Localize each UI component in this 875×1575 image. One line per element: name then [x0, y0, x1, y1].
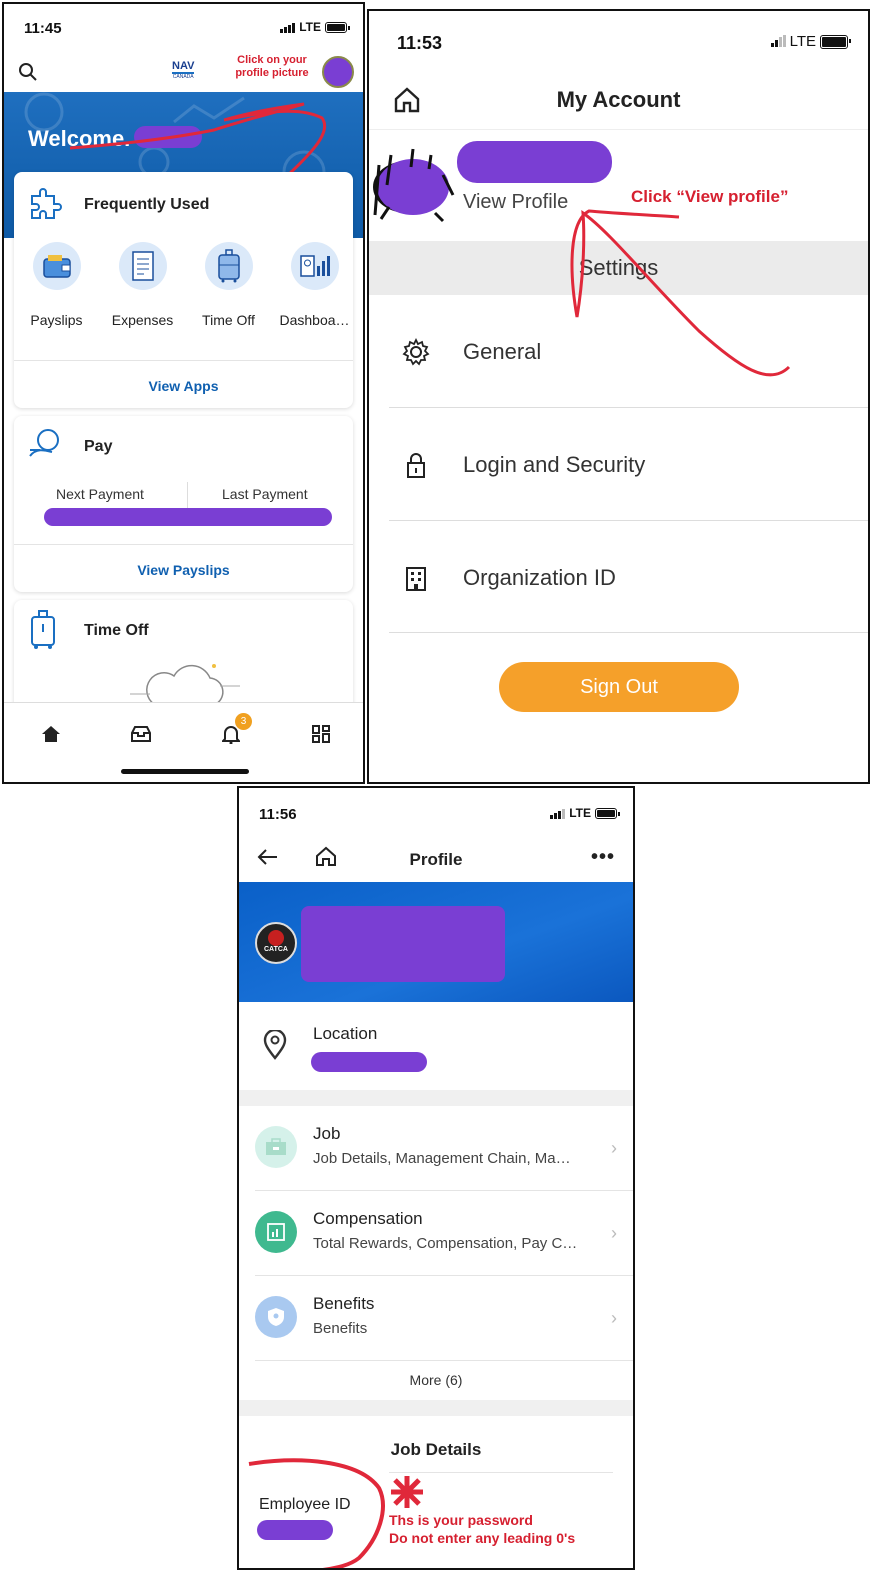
network-label: LTE	[569, 806, 591, 820]
receipt-icon	[118, 242, 167, 290]
shield-icon	[255, 1296, 297, 1338]
profile-screen: 11:56 LTE Profile ••• CATCA Location Job…	[237, 786, 635, 1570]
app-payslips[interactable]: Payslips	[14, 242, 99, 328]
coin-hand-icon	[29, 429, 59, 457]
cloud-illustration	[130, 664, 240, 705]
section-title: Compensation	[313, 1209, 423, 1228]
redacted-name	[457, 141, 612, 183]
battery-icon	[325, 21, 350, 33]
section-title: Benefits	[313, 1294, 375, 1313]
more-sections-link[interactable]: More (6)	[239, 1372, 633, 1388]
home-screen: 11:45 LTE NAV CANADA Click on your profi…	[2, 2, 365, 784]
annotation-password-line2: Do not enter any leading 0's	[389, 1530, 576, 1546]
status-bar: 11:56 LTE	[239, 788, 633, 830]
menu-organization-id[interactable]: Organization ID	[369, 521, 868, 633]
annotation-arrow	[570, 209, 791, 377]
chevron-right-icon: ›	[611, 1138, 617, 1158]
app-label: Payslips	[30, 312, 83, 328]
tab-apps[interactable]	[306, 721, 336, 747]
network-label: LTE	[789, 33, 816, 50]
network-label: LTE	[299, 20, 321, 34]
redacted-payment-amounts	[44, 508, 332, 526]
tab-notifications[interactable]: 3	[216, 713, 252, 747]
status-time: 11:53	[397, 33, 443, 53]
bottom-tab-bar: 3	[4, 702, 363, 782]
section-subtitle: Benefits	[313, 1320, 368, 1337]
section-benefits[interactable]: Benefits Benefits ›	[239, 1276, 633, 1360]
battery-icon	[820, 34, 851, 49]
chevron-right-icon: ›	[611, 1223, 617, 1243]
grid-icon	[312, 725, 330, 743]
signal-icon	[550, 808, 566, 819]
menu-label: Organization ID	[463, 565, 616, 590]
section-job[interactable]: Job Job Details, Management Chain, Ma… ›	[239, 1106, 633, 1190]
app-expenses[interactable]: Expenses	[100, 242, 185, 328]
tab-home[interactable]	[36, 721, 66, 747]
asterisk-icon	[391, 1476, 423, 1508]
location-label: Location	[313, 1024, 378, 1043]
menu-label: Login and Security	[463, 452, 646, 477]
wallet-icon	[32, 242, 81, 290]
time-off-title: Time Off	[84, 622, 149, 639]
frequently-used-card: Frequently Used Payslips Expenses Time O…	[14, 172, 353, 408]
profile-avatar[interactable]: CATCA	[255, 922, 297, 964]
section-subtitle: Job Details, Management Chain, Ma…	[313, 1150, 571, 1167]
more-options-icon[interactable]: •••	[591, 846, 615, 869]
view-payslips-link[interactable]: View Payslips	[14, 562, 353, 578]
inbox-icon	[131, 726, 151, 742]
status-bar: 11:53 LTE	[369, 11, 868, 71]
page-title: My Account	[556, 87, 681, 112]
app-time-off[interactable]: Time Off	[186, 242, 271, 328]
puzzle-icon	[31, 188, 62, 219]
time-off-card: Time Off	[14, 600, 353, 710]
status-bar: 11:45 LTE	[4, 4, 363, 46]
location-pin-icon	[263, 1030, 287, 1060]
suitcase-icon	[204, 242, 253, 290]
home-icon	[42, 726, 60, 742]
home-indicator	[121, 769, 249, 774]
briefcase-icon	[255, 1126, 297, 1168]
top-bar: NAV CANADA Click on your profile picture	[4, 46, 363, 94]
redacted-location	[311, 1052, 427, 1072]
view-apps-link[interactable]: View Apps	[14, 378, 353, 394]
building-icon	[406, 567, 426, 591]
annotation-profile-picture: Click on your profile picture	[235, 54, 309, 79]
next-payment-label: Next Payment	[56, 486, 144, 502]
app-dashboard[interactable]: Dashboa…	[272, 242, 357, 328]
section-subtitle: Total Rewards, Compensation, Pay C…	[313, 1235, 578, 1252]
notification-badge: 3	[235, 713, 252, 730]
app-label: Expenses	[111, 312, 174, 328]
battery-icon	[595, 807, 620, 819]
pay-title: Pay	[84, 438, 113, 455]
app-label: Dashboa…	[279, 312, 350, 328]
my-account-screen: 11:53 LTE My Account View Profile Click …	[367, 9, 870, 784]
redacted-name	[301, 906, 505, 982]
chart-icon	[255, 1211, 297, 1253]
profile-avatar[interactable]	[322, 56, 354, 88]
frequently-used-title: Frequently Used	[84, 196, 210, 213]
pay-card: Pay Next Payment Last Payment View Paysl…	[14, 416, 353, 592]
signal-icon	[280, 22, 296, 33]
lock-icon	[407, 453, 425, 478]
luggage-icon	[31, 610, 55, 649]
menu-login-security[interactable]: Login and Security	[369, 408, 868, 520]
app-label: Time Off	[202, 312, 255, 328]
section-compensation[interactable]: Compensation Total Rewards, Compensation…	[239, 1191, 633, 1275]
page-title: Profile	[409, 850, 463, 869]
section-title: Job	[313, 1124, 341, 1143]
search-icon[interactable]	[18, 62, 38, 82]
annotation-password-line1: Ths is your password	[389, 1512, 533, 1528]
status-time: 11:56	[259, 806, 297, 823]
signal-icon	[770, 35, 786, 47]
annotation-circle	[248, 1458, 385, 1568]
tab-inbox[interactable]	[126, 721, 156, 747]
last-payment-label: Last Payment	[222, 486, 308, 502]
sign-out-button[interactable]: Sign Out	[499, 662, 739, 712]
status-time: 11:45	[24, 20, 62, 37]
nav-canada-logo: NAV CANADA	[172, 60, 195, 80]
dashboard-icon	[290, 242, 339, 290]
chevron-right-icon: ›	[611, 1308, 617, 1328]
